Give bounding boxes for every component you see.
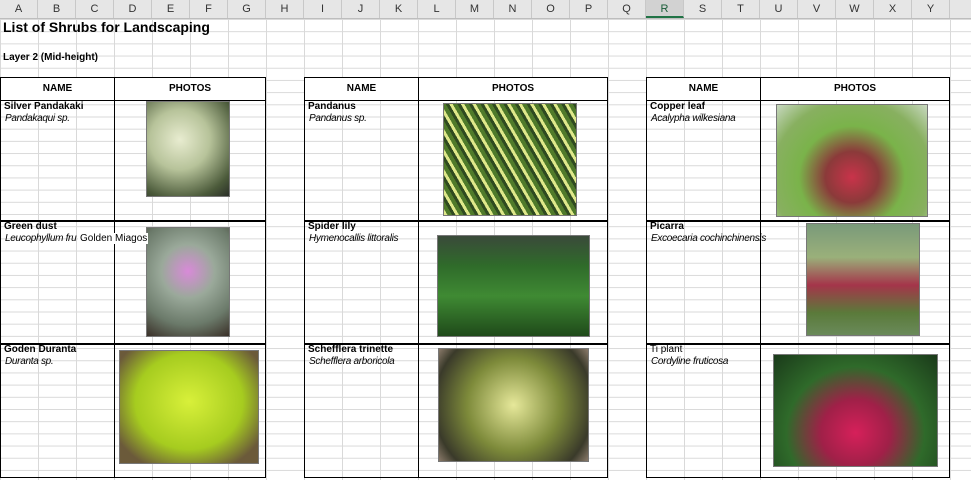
column-header-R[interactable]: R: [646, 0, 684, 18]
plant-name: Copper leaf: [650, 101, 706, 112]
column-header-V[interactable]: V: [798, 0, 836, 18]
plant-scientific-name: Cordyline fruticosa: [651, 356, 729, 367]
column-header-bar: ABCDEFGHIJKLMNOPQRSTUVWXY: [0, 0, 971, 19]
plant-scientific-name: Schefflera arboricola: [309, 356, 395, 367]
column-header-P[interactable]: P: [570, 0, 608, 18]
table-header-photos: PHOTOS: [114, 77, 266, 101]
plant-scientific-name: Leucophyllum fru: [5, 233, 77, 244]
plant-photo-5[interactable]: [438, 348, 589, 462]
column-header-N[interactable]: N: [494, 0, 532, 18]
plant-name: Green dust: [4, 221, 57, 232]
column-header-S[interactable]: S: [684, 0, 722, 18]
plant-scientific-name: Pandanus sp.: [309, 113, 367, 124]
column-header-D[interactable]: D: [114, 0, 152, 18]
table-header-name: NAME: [0, 77, 115, 101]
plant-photo-4[interactable]: [437, 235, 590, 337]
plant-name: Schefflera trinette: [308, 344, 394, 355]
column-header-X[interactable]: X: [874, 0, 912, 18]
overflow-cell-text: Golden Miagos: [78, 233, 148, 244]
layer-label: Layer 2 (Mid-height): [3, 52, 99, 63]
column-header-I[interactable]: I: [304, 0, 342, 18]
plant-scientific-name: Hymenocallis littoralis: [309, 233, 399, 244]
plant-scientific-name: Excoecaria cochinchinensis: [651, 233, 767, 244]
column-header-F[interactable]: F: [190, 0, 228, 18]
plant-scientific-name: Duranta sp.: [5, 356, 54, 367]
table-header-photos: PHOTOS: [760, 77, 950, 101]
column-header-U[interactable]: U: [760, 0, 798, 18]
column-header-E[interactable]: E: [152, 0, 190, 18]
table-header-name: NAME: [304, 77, 419, 101]
column-header-T[interactable]: T: [722, 0, 760, 18]
plant-photo-3[interactable]: [443, 103, 577, 216]
plant-photo-7[interactable]: [806, 223, 920, 336]
column-header-W[interactable]: W: [836, 0, 874, 18]
column-header-J[interactable]: J: [342, 0, 380, 18]
column-header-K[interactable]: K: [380, 0, 418, 18]
sheet-title: List of Shrubs for Landscaping: [3, 19, 210, 35]
plant-scientific-name: Pandakaqui sp.: [5, 113, 70, 124]
plant-name: Picarra: [650, 221, 684, 232]
plant-photo-8[interactable]: [773, 354, 938, 467]
plant-name: Goden Duranta: [4, 344, 77, 355]
column-header-Q[interactable]: Q: [608, 0, 646, 18]
column-header-L[interactable]: L: [418, 0, 456, 18]
column-header-C[interactable]: C: [76, 0, 114, 18]
column-header-O[interactable]: O: [532, 0, 570, 18]
plant-scientific-name: Acalypha wilkesiana: [651, 113, 736, 124]
column-header-A[interactable]: A: [0, 0, 38, 18]
plant-name: Ti plant: [650, 344, 683, 355]
column-header-Y[interactable]: Y: [912, 0, 950, 18]
table-header-name: NAME: [646, 77, 761, 101]
table-header-photos: PHOTOS: [418, 77, 608, 101]
plant-photo-6[interactable]: [776, 104, 928, 217]
plant-name: Pandanus: [308, 101, 356, 112]
column-header-M[interactable]: M: [456, 0, 494, 18]
column-header-H[interactable]: H: [266, 0, 304, 18]
column-header-G[interactable]: G: [228, 0, 266, 18]
column-header-B[interactable]: B: [38, 0, 76, 18]
plant-name: Silver Pandakaki: [4, 101, 84, 112]
plant-name: Spider lily: [308, 221, 356, 232]
plant-photo-1[interactable]: [146, 227, 230, 337]
plant-photo-2[interactable]: [119, 350, 259, 464]
plant-photo-0[interactable]: [146, 101, 230, 197]
